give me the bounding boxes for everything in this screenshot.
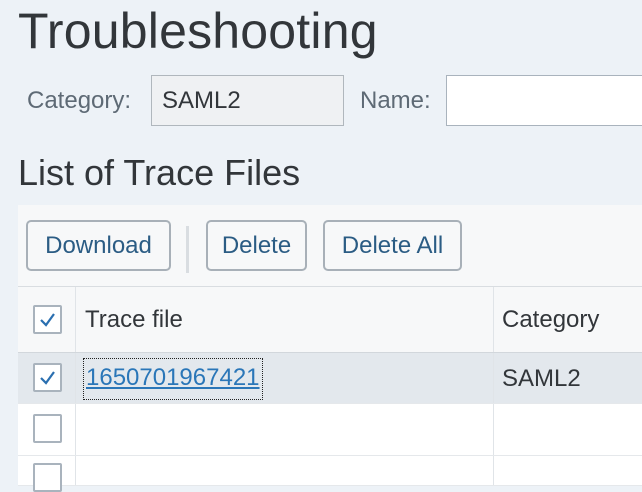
- table-row[interactable]: 1650701967421 SAML2: [18, 353, 642, 404]
- delete-all-button[interactable]: Delete All: [323, 220, 462, 271]
- name-label: Name:: [360, 87, 431, 114]
- trace-file-link[interactable]: 1650701967421: [83, 358, 263, 400]
- page-title: Troubleshooting: [18, 3, 378, 59]
- name-field[interactable]: [446, 75, 642, 126]
- category-label: Category:: [27, 87, 132, 114]
- check-icon: [40, 313, 55, 327]
- row-checkbox[interactable]: [33, 463, 62, 492]
- table-row[interactable]: [18, 456, 642, 492]
- table-row[interactable]: [18, 404, 642, 456]
- download-button[interactable]: Download: [26, 220, 171, 271]
- select-all-checkbox[interactable]: [33, 305, 62, 334]
- column-header-category[interactable]: Category: [502, 305, 599, 335]
- trace-files-panel: Download Delete Delete All Trace file Ca…: [18, 205, 642, 492]
- section-title: List of Trace Files: [18, 152, 301, 193]
- table-toolbar: Download Delete Delete All: [18, 205, 642, 287]
- table-header-row: Trace file Category: [18, 287, 642, 353]
- row-checkbox[interactable]: [33, 414, 62, 443]
- toolbar-separator: [186, 226, 189, 273]
- row-checkbox[interactable]: [33, 363, 62, 392]
- check-icon: [40, 371, 55, 385]
- category-field[interactable]: SAML2: [151, 75, 344, 126]
- delete-button[interactable]: Delete: [206, 220, 307, 271]
- category-cell: SAML2: [502, 365, 581, 392]
- column-header-trace-file[interactable]: Trace file: [85, 305, 183, 335]
